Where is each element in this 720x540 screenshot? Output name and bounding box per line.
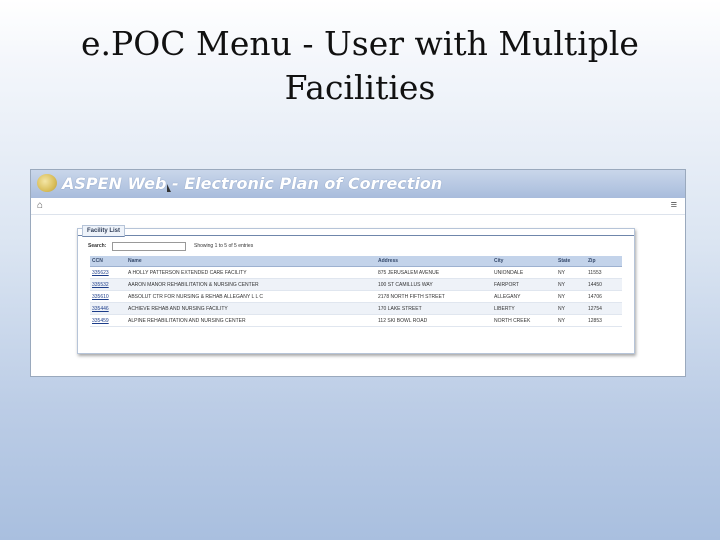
slide-title-line2: Facilities bbox=[284, 68, 436, 107]
table-row[interactable]: 335610 ABSOLUT CTR FOR NURSING & REHAB A… bbox=[90, 290, 622, 303]
facility-city: FAIRPORT bbox=[492, 278, 556, 291]
facility-name: ALPINE REHABILITATION AND NURSING CENTER bbox=[126, 314, 376, 327]
ccn-link[interactable]: 335623 bbox=[90, 266, 126, 279]
ccn-link[interactable]: 335610 bbox=[90, 290, 126, 303]
ccn-link[interactable]: 335446 bbox=[90, 302, 126, 315]
facility-address: 112 SKI BOWL ROAD bbox=[376, 314, 492, 327]
facility-state: NY bbox=[556, 302, 586, 315]
facility-table: CCN Name Address City State Zip 335623 A… bbox=[90, 256, 622, 327]
entries-count: Showing 1 to 5 of 5 entries bbox=[194, 243, 254, 249]
facility-city: ALLEGANY bbox=[492, 290, 556, 303]
tab-facility-list[interactable]: Facility List bbox=[82, 225, 126, 237]
facility-address: 170 LAKE STREET bbox=[376, 302, 492, 315]
facility-city: UNIONDALE bbox=[492, 266, 556, 279]
facility-name: ACHIEVE REHAB AND NURSING FACILITY bbox=[126, 302, 376, 315]
slide-title: e.POC Menu - User with Multiple Faciliti… bbox=[0, 22, 720, 110]
facility-zip: 12754 bbox=[586, 302, 622, 315]
column-header-address[interactable]: Address bbox=[376, 256, 492, 267]
ccn-link[interactable]: 335532 bbox=[90, 278, 126, 291]
mouse-cursor-icon bbox=[167, 184, 171, 192]
facility-state: NY bbox=[556, 290, 586, 303]
app-screenshot: ASPEN Web - Electronic Plan of Correctio… bbox=[30, 169, 686, 377]
slide-title-line1: e.POC Menu - User with Multiple bbox=[81, 24, 639, 63]
panel-divider bbox=[78, 235, 634, 236]
facility-name: AARON MANOR REHABILITATION & NURSING CEN… bbox=[126, 278, 376, 291]
facility-zip: 14706 bbox=[586, 290, 622, 303]
toolbar: ⌂ ≡ bbox=[31, 198, 685, 215]
table-row[interactable]: 335532 AARON MANOR REHABILITATION & NURS… bbox=[90, 278, 622, 291]
column-header-zip[interactable]: Zip bbox=[586, 256, 622, 267]
table-header-row: CCN Name Address City State Zip bbox=[90, 256, 622, 267]
facility-city: NORTH CREEK bbox=[492, 314, 556, 327]
hamburger-menu-icon[interactable]: ≡ bbox=[671, 200, 677, 211]
ccn-link[interactable]: 335459 bbox=[90, 314, 126, 327]
home-icon[interactable]: ⌂ bbox=[37, 201, 47, 211]
app-header: ASPEN Web - Electronic Plan of Correctio… bbox=[31, 170, 685, 198]
facility-list-panel: Facility List Search: Showing 1 to 5 of … bbox=[77, 225, 635, 354]
facility-zip: 11553 bbox=[586, 266, 622, 279]
column-header-city[interactable]: City bbox=[492, 256, 556, 267]
column-header-state[interactable]: State bbox=[556, 256, 586, 267]
facility-name: ABSOLUT CTR FOR NURSING & REHAB ALLEGANY… bbox=[126, 290, 376, 303]
column-header-name[interactable]: Name bbox=[126, 256, 376, 267]
table-row[interactable]: 335459 ALPINE REHABILITATION AND NURSING… bbox=[90, 314, 622, 327]
search-input[interactable] bbox=[112, 242, 186, 251]
table-row[interactable]: 335446 ACHIEVE REHAB AND NURSING FACILIT… bbox=[90, 302, 622, 315]
facility-zip: 12853 bbox=[586, 314, 622, 327]
facility-state: NY bbox=[556, 314, 586, 327]
column-header-ccn[interactable]: CCN bbox=[90, 256, 126, 267]
facility-city: LIBERTY bbox=[492, 302, 556, 315]
aspen-logo-icon bbox=[37, 174, 57, 192]
facility-address: 875 JERUSALEM AVENUE bbox=[376, 266, 492, 279]
facility-name: A HOLLY PATTERSON EXTENDED CARE FACILITY bbox=[126, 266, 376, 279]
table-row[interactable]: 335623 A HOLLY PATTERSON EXTENDED CARE F… bbox=[90, 266, 622, 279]
facility-state: NY bbox=[556, 266, 586, 279]
search-label: Search: bbox=[88, 243, 107, 249]
facility-address: 2178 NORTH FIFTH STREET bbox=[376, 290, 492, 303]
facility-zip: 14450 bbox=[586, 278, 622, 291]
facility-address: 100 ST CAMILLUS WAY bbox=[376, 278, 492, 291]
facility-state: NY bbox=[556, 278, 586, 291]
app-title: ASPEN Web - Electronic Plan of Correctio… bbox=[62, 174, 443, 193]
